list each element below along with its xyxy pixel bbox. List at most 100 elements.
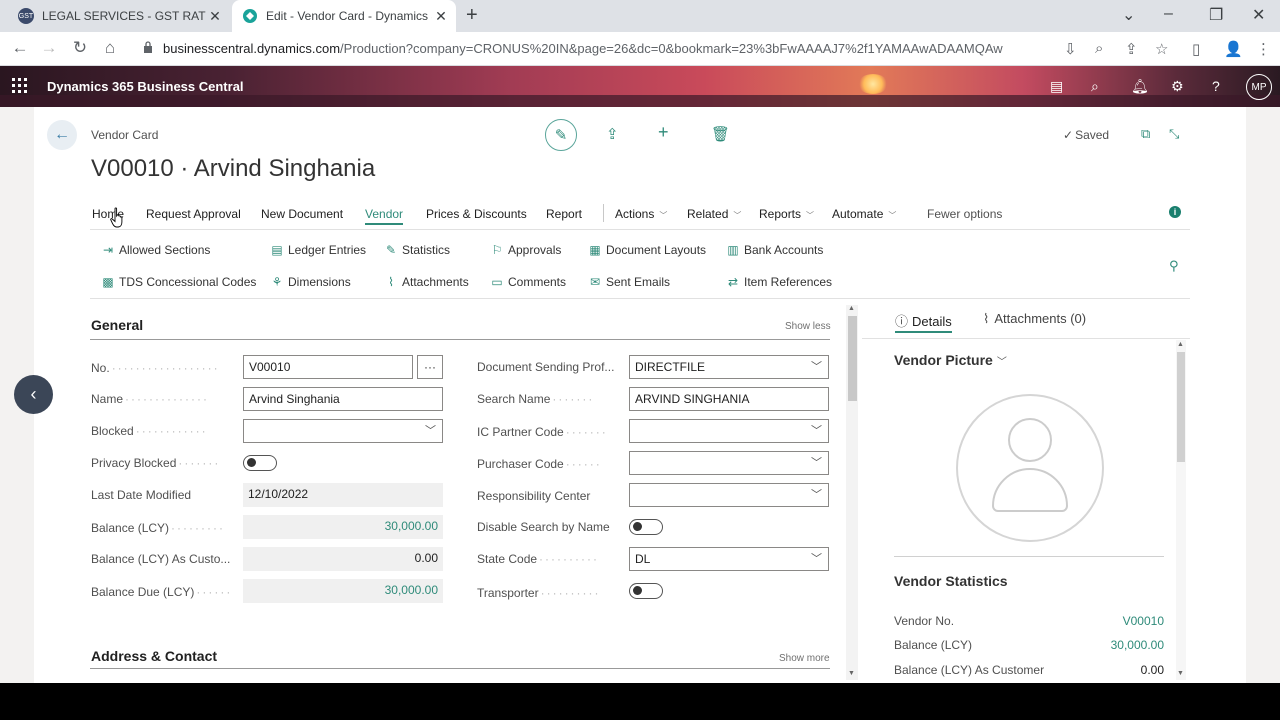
scroll-up-icon[interactable]: ▲: [1177, 341, 1184, 348]
share-icon[interactable]: ⇪: [1125, 40, 1138, 58]
minimize-icon[interactable]: –: [1164, 5, 1173, 23]
trash-icon[interactable]: 🗑︎: [711, 125, 730, 143]
app-title[interactable]: Dynamics 365 Business Central: [47, 79, 244, 94]
back-arrow-icon[interactable]: ←: [9, 38, 31, 58]
sub-action-bank-accounts[interactable]: ▥ Bank Accounts: [727, 243, 823, 257]
browser-tab-gst[interactable]: GST LEGAL SERVICES - GST RATES & S ✕: [0, 0, 230, 32]
home-icon[interactable]: ⌂: [99, 38, 121, 58]
browser-tab-vendor-card[interactable]: Edit - Vendor Card - Dynamics 36 ✕: [232, 0, 456, 32]
address-bar[interactable]: businesscentral.dynamics.com/Production?…: [163, 41, 1003, 56]
action-new-document[interactable]: New Document: [261, 207, 343, 223]
disable-search-toggle[interactable]: [629, 519, 663, 535]
no-field[interactable]: V00010: [243, 355, 413, 379]
section-divider: [90, 668, 830, 669]
action-reports[interactable]: Reports ﹀: [759, 207, 814, 223]
app-launcher-icon[interactable]: [12, 78, 28, 94]
zoom-icon[interactable]: ⌕: [1095, 40, 1103, 57]
sub-action-document-layouts[interactable]: ▦ Document Layouts: [589, 243, 706, 257]
responsibility-center-select[interactable]: ﹀: [629, 483, 829, 507]
transporter-toggle[interactable]: [629, 583, 663, 599]
avatar[interactable]: MP: [1246, 74, 1272, 100]
help-icon[interactable]: ?: [1212, 78, 1220, 94]
info-icon[interactable]: i: [1169, 206, 1181, 218]
chevron-down-icon: ﹀: [811, 553, 822, 565]
stat-value-balance-lcy[interactable]: 30,000.00: [1111, 638, 1164, 652]
collapse-panel-button[interactable]: ‹: [14, 375, 53, 414]
open-new-window-icon[interactable]: ⧉: [1141, 126, 1150, 142]
forward-arrow-icon[interactable]: →: [38, 38, 60, 58]
action-fewer-options[interactable]: Fewer options: [927, 207, 1002, 223]
action-vendor[interactable]: Vendor: [365, 207, 404, 225]
show-more-link[interactable]: Show more: [779, 653, 830, 664]
action-automate[interactable]: Automate ﹀: [832, 207, 896, 223]
bell-icon[interactable]: 🔔︎: [1131, 78, 1149, 95]
sub-action-item-references[interactable]: ⇄ Item References: [727, 275, 832, 289]
arrow-in-icon: ⇥: [102, 243, 114, 257]
share-icon[interactable]: ⇪: [606, 125, 619, 143]
search-name-field[interactable]: ARVIND SINGHANIA: [629, 387, 829, 411]
paperclip-icon: ⌇: [983, 311, 990, 326]
tab-details[interactable]: ⓘ Details: [895, 311, 952, 333]
gear-icon[interactable]: ⚙: [1171, 78, 1184, 95]
sub-action-dimensions[interactable]: ⚘ Dimensions: [271, 275, 351, 289]
sub-action-comments[interactable]: ▭ Comments: [491, 275, 566, 289]
action-related[interactable]: Related ﹀: [687, 207, 741, 223]
plus-icon[interactable]: +: [658, 122, 669, 143]
action-report[interactable]: Report: [546, 207, 582, 223]
action-prices-discounts[interactable]: Prices & Discounts: [426, 207, 527, 223]
scroll-down-icon[interactable]: ▼: [1177, 670, 1184, 677]
vendor-picture-title[interactable]: Vendor Picture ﹀: [894, 352, 1007, 368]
search-icon[interactable]: ⌕: [1091, 78, 1099, 95]
sub-action-tds-codes[interactable]: ▩ TDS Concessional Codes: [102, 275, 256, 289]
scroll-up-icon[interactable]: ▲: [848, 305, 855, 312]
tab-attachments[interactable]: ⌇ Attachments (0): [983, 311, 1086, 327]
stat-value-vendor-no[interactable]: V00010: [1123, 614, 1164, 628]
action-label: Reports: [759, 207, 802, 221]
doc-sending-profile-select[interactable]: DIRECTFILE ﹀: [629, 355, 829, 379]
action-actions[interactable]: Actions ﹀: [615, 207, 667, 223]
name-field[interactable]: Arvind Singhania: [243, 387, 443, 411]
sub-action-statistics[interactable]: ✎ Statistics: [385, 243, 450, 257]
close-window-icon[interactable]: ✕: [1252, 5, 1265, 25]
privacy-blocked-toggle[interactable]: [243, 455, 277, 471]
factbox-scrollbar-thumb[interactable]: [1177, 352, 1185, 462]
restore-icon[interactable]: ❐: [1209, 5, 1223, 25]
main-scrollbar-thumb[interactable]: [848, 316, 857, 401]
balance-due-field[interactable]: 30,000.00: [243, 579, 443, 603]
blocked-select[interactable]: ﹀: [243, 419, 443, 443]
sub-action-sent-emails[interactable]: ✉ Sent Emails: [589, 275, 670, 289]
star-icon[interactable]: ☆: [1155, 40, 1168, 58]
approvals-icon: ⚐: [491, 243, 503, 257]
vendor-picture-placeholder[interactable]: [956, 394, 1104, 542]
reload-icon[interactable]: ↻: [69, 38, 91, 58]
ic-partner-code-select[interactable]: ﹀: [629, 419, 829, 443]
lock-icon[interactable]: [143, 41, 153, 53]
sub-action-ledger-entries[interactable]: ▤ Ledger Entries: [271, 243, 366, 257]
profile-icon[interactable]: 👤: [1224, 40, 1243, 58]
scroll-down-icon[interactable]: ▼: [848, 670, 855, 677]
assist-edit-button[interactable]: ···: [417, 355, 443, 379]
back-arrow-icon[interactable]: ←: [47, 120, 77, 150]
section-address-title[interactable]: Address & Contact: [91, 648, 217, 664]
section-general-title[interactable]: General: [91, 317, 143, 333]
pencil-icon[interactable]: ✎: [545, 119, 577, 151]
purchaser-code-select[interactable]: ﹀: [629, 451, 829, 475]
action-request-approval[interactable]: Request Approval: [146, 207, 241, 223]
collapse-icon[interactable]: ⤡: [1169, 126, 1179, 142]
vendor-statistics-title[interactable]: Vendor Statistics: [894, 573, 1008, 589]
sidebar-icon[interactable]: ▯: [1192, 40, 1200, 58]
close-icon[interactable]: ✕: [432, 8, 450, 25]
show-less-link[interactable]: Show less: [785, 321, 831, 332]
new-tab-icon[interactable]: +: [466, 4, 478, 27]
more-icon[interactable]: ⋮: [1256, 40, 1271, 58]
sub-action-allowed-sections[interactable]: ⇥ Allowed Sections: [102, 243, 210, 257]
sub-action-approvals[interactable]: ⚐ Approvals: [491, 243, 562, 257]
install-icon[interactable]: ⇩: [1064, 40, 1077, 58]
document-icon[interactable]: ▤: [1050, 78, 1063, 95]
state-code-select[interactable]: DL ﹀: [629, 547, 829, 571]
chevron-down-icon[interactable]: ⌄: [1122, 5, 1135, 25]
pin-icon[interactable]: ⚲: [1169, 258, 1179, 274]
sub-action-attachments[interactable]: ⌇ Attachments: [385, 275, 469, 289]
close-icon[interactable]: ✕: [206, 8, 224, 25]
balance-lcy-field[interactable]: 30,000.00: [243, 515, 443, 539]
